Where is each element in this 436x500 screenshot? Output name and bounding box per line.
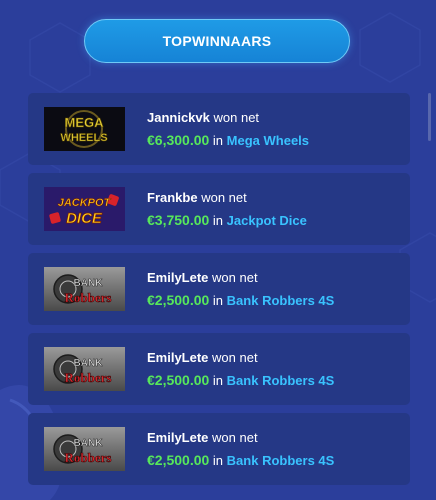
winner-card[interactable]: BANK Robbers EmilyLete won net €2,500.00 in… (28, 253, 410, 325)
win-amount: €2,500.00 (147, 372, 210, 388)
svg-text:BANK: BANK (74, 438, 104, 449)
bank-robbers-logo-icon: BANK Robbers (44, 267, 125, 311)
winner-card[interactable]: BANK Robbers EmilyLete won net €2,500.00 in… (28, 333, 410, 405)
game-thumbnail[interactable]: MEGA WHEELS (44, 107, 125, 151)
winner-text: Frankbe won net €3,750.00 in Jackpot Dice (147, 190, 402, 228)
bank-robbers-logo-icon: BANK Robbers (44, 347, 125, 391)
game-link[interactable]: Bank Robbers 4S (227, 373, 335, 388)
in-label: in (212, 373, 224, 388)
winner-username: EmilyLete (147, 430, 209, 445)
winner-username: Jannickvk (147, 110, 210, 125)
svg-text:Robbers: Robbers (65, 370, 112, 385)
win-amount: €6,300.00 (147, 132, 210, 148)
winner-username: EmilyLete (147, 350, 209, 365)
game-link[interactable]: Mega Wheels (227, 133, 309, 148)
topwinnaars-button[interactable]: TOPWINNAARS (84, 19, 350, 63)
bank-robbers-logo-icon: BANK Robbers (44, 427, 125, 471)
winner-text: Jannickvk won net €6,300.00 in Mega Wheel… (147, 110, 402, 148)
winner-username: EmilyLete (147, 270, 209, 285)
svg-text:JACKPOT: JACKPOT (58, 197, 112, 209)
winner-card[interactable]: BANK Robbers EmilyLete won net €2,500.00 in… (28, 413, 410, 485)
winner-text: EmilyLete won net €2,500.00 in Bank Robbe… (147, 270, 402, 308)
win-amount: €2,500.00 (147, 292, 210, 308)
winner-card[interactable]: MEGA WHEELS Jannickvk won net €6,300.00 in … (28, 93, 410, 165)
win-amount: €3,750.00 (147, 212, 210, 228)
won-net-label: won net (201, 190, 247, 205)
svg-text:MEGA: MEGA (65, 115, 105, 130)
winner-text: EmilyLete won net €2,500.00 in Bank Robbe… (147, 350, 402, 388)
winner-line: EmilyLete won net (147, 430, 402, 447)
jackpot-dice-logo-icon: JACKPOT DICE (44, 187, 125, 231)
in-label: in (212, 453, 224, 468)
svg-text:BANK: BANK (74, 358, 104, 369)
won-net-label: won net (213, 110, 260, 125)
winner-line: EmilyLete won net (147, 350, 402, 367)
in-label: in (212, 293, 224, 308)
game-thumbnail[interactable]: BANK Robbers (44, 267, 125, 311)
game-link[interactable]: Jackpot Dice (227, 213, 307, 228)
svg-text:Robbers: Robbers (65, 290, 112, 305)
svg-text:Robbers: Robbers (65, 450, 112, 465)
winner-line: EmilyLete won net (147, 270, 402, 287)
win-detail-line: €3,750.00 in Jackpot Dice (147, 212, 402, 228)
game-thumbnail[interactable]: BANK Robbers (44, 347, 125, 391)
game-thumbnail[interactable]: BANK Robbers (44, 427, 125, 471)
won-net-label: won net (212, 430, 258, 445)
won-net-label: won net (212, 270, 258, 285)
win-detail-line: €2,500.00 in Bank Robbers 4S (147, 292, 402, 308)
game-link[interactable]: Bank Robbers 4S (227, 293, 335, 308)
in-label: in (212, 213, 224, 228)
game-thumbnail[interactable]: JACKPOT DICE (44, 187, 125, 231)
win-detail-line: €2,500.00 in Bank Robbers 4S (147, 372, 402, 388)
winner-card[interactable]: JACKPOT DICE Frankbe won net €3,750.00 in J… (28, 173, 410, 245)
win-detail-line: €6,300.00 in Mega Wheels (147, 132, 402, 148)
mega-wheels-logo-icon: MEGA WHEELS (44, 107, 125, 151)
scrollbar[interactable] (428, 93, 431, 141)
winner-line: Jannickvk won net (147, 110, 402, 127)
winner-line: Frankbe won net (147, 190, 402, 207)
topwinnaars-title: TOPWINNAARS (162, 33, 272, 49)
win-amount: €2,500.00 (147, 452, 210, 468)
in-label: in (212, 133, 224, 148)
game-link[interactable]: Bank Robbers 4S (227, 453, 335, 468)
svg-text:BANK: BANK (74, 278, 104, 289)
won-net-label: won net (212, 350, 258, 365)
svg-text:DICE: DICE (66, 210, 103, 227)
winner-text: EmilyLete won net €2,500.00 in Bank Robbe… (147, 430, 402, 468)
winner-username: Frankbe (147, 190, 198, 205)
win-detail-line: €2,500.00 in Bank Robbers 4S (147, 452, 402, 468)
svg-text:WHEELS: WHEELS (60, 132, 107, 144)
